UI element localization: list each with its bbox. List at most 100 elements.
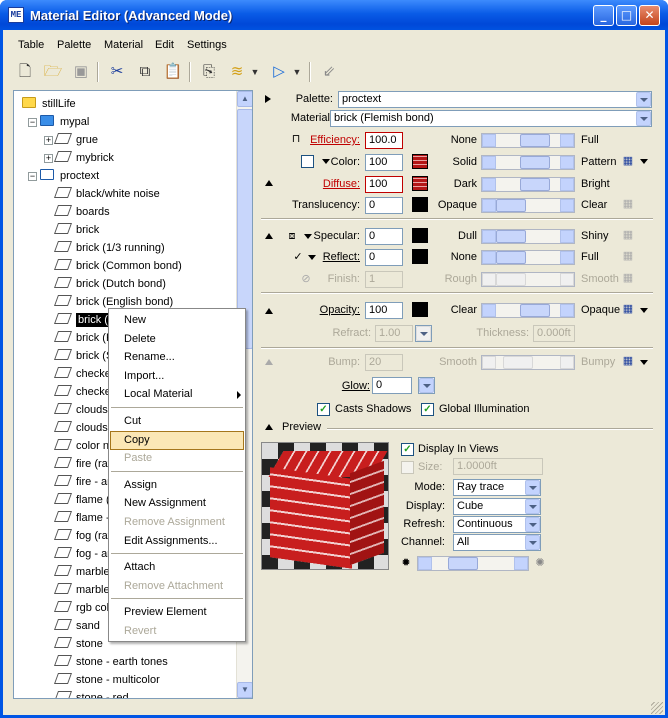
chevron-down-icon[interactable]: [640, 159, 648, 164]
menu-edit[interactable]: Edit: [155, 39, 174, 51]
collapse-icon[interactable]: −: [28, 172, 37, 181]
color-swatch[interactable]: [412, 154, 428, 169]
specular-swatch[interactable]: [412, 228, 428, 243]
translucency-swatch[interactable]: [412, 197, 428, 212]
tree-item[interactable]: color n: [53, 437, 109, 455]
chevron-down-icon[interactable]: ▼: [291, 60, 303, 84]
context-menu-item[interactable]: Assign: [110, 476, 244, 495]
channel-select[interactable]: All: [453, 534, 541, 551]
scroll-down-button[interactable]: ▼: [237, 682, 252, 698]
assign-icon[interactable]: ⎘: [197, 60, 221, 84]
tree-item[interactable]: marble: [53, 563, 110, 581]
opacity-field[interactable]: 100: [365, 302, 403, 319]
map-icon[interactable]: ▦: [621, 302, 635, 316]
checkmark-icon[interactable]: ✓: [291, 250, 305, 264]
context-menu-item[interactable]: Edit Assignments...: [110, 532, 244, 551]
context-menu-item[interactable]: Delete: [110, 330, 244, 349]
collapse-icon[interactable]: [265, 180, 273, 186]
tree-item[interactable]: brick (1/3 running): [53, 239, 165, 257]
efficiency-field[interactable]: 100.0: [365, 132, 403, 149]
reflect-slider[interactable]: [481, 250, 575, 265]
context-menu-item[interactable]: Cut: [110, 412, 244, 431]
context-menu-item[interactable]: New Assignment: [110, 494, 244, 513]
diffuse-field[interactable]: 100: [365, 176, 403, 193]
color-checkbox[interactable]: [301, 155, 314, 168]
material-stack-icon[interactable]: ≋: [225, 60, 249, 84]
collapse-icon[interactable]: [265, 233, 273, 239]
cut-icon[interactable]: ✂: [105, 60, 129, 84]
global-illumination-checkbox[interactable]: ✓: [421, 403, 434, 416]
brightness-slider[interactable]: [417, 556, 529, 571]
specular-icon[interactable]: ⧈: [285, 229, 299, 243]
translucency-field[interactable]: 0: [365, 197, 403, 214]
palette-select[interactable]: proctext: [338, 91, 652, 108]
tree-item[interactable]: fog (ray: [53, 527, 113, 545]
color-slider[interactable]: [481, 155, 575, 170]
paste-icon[interactable]: 📋: [161, 60, 185, 84]
tree-item[interactable]: marble: [53, 581, 110, 599]
tree-item[interactable]: fog - ar: [53, 545, 111, 563]
color-field[interactable]: 100: [365, 154, 403, 171]
diffuse-slider[interactable]: [481, 177, 575, 192]
lock-icon[interactable]: ⊓: [289, 132, 303, 146]
expand-icon[interactable]: +: [44, 154, 53, 163]
tree-folder[interactable]: − mypal: [28, 113, 89, 131]
new-file-icon[interactable]: 🗋: [13, 60, 37, 84]
chevron-down-icon[interactable]: [322, 159, 330, 164]
open-folder-icon[interactable]: 🗁: [41, 60, 65, 84]
specular-slider[interactable]: [481, 229, 575, 244]
menu-material[interactable]: Material: [104, 39, 143, 51]
pointer-icon[interactable]: ▷: [267, 60, 291, 84]
tree-item[interactable]: brick: [53, 221, 99, 239]
close-button[interactable]: ✕: [639, 5, 660, 26]
refresh-select[interactable]: Continuous: [453, 516, 541, 533]
casts-shadows-checkbox[interactable]: ✓: [317, 403, 330, 416]
tree-item[interactable]: black/white noise: [53, 185, 160, 203]
tree-item[interactable]: flame (: [53, 491, 110, 509]
specular-field[interactable]: 0: [365, 228, 403, 245]
mode-select[interactable]: Ray trace: [453, 479, 541, 496]
material-preview-image[interactable]: [261, 442, 389, 570]
tree-item[interactable]: clouds: [53, 419, 108, 437]
map-icon[interactable]: ▦: [621, 354, 635, 368]
display-in-views-checkbox[interactable]: ✓: [401, 443, 414, 456]
chevron-down-icon[interactable]: [304, 234, 312, 239]
tree-item[interactable]: fire - ar: [53, 473, 111, 491]
context-menu-item[interactable]: Import...: [110, 367, 244, 386]
menu-table[interactable]: Table: [18, 39, 44, 51]
tree-item[interactable]: stone - earth tones: [53, 653, 168, 671]
context-menu-item[interactable]: Attach: [110, 558, 244, 577]
context-menu-item[interactable]: Rename...: [110, 348, 244, 367]
tree-item[interactable]: sand: [53, 617, 100, 635]
chevron-down-icon[interactable]: [640, 308, 648, 313]
tree-item[interactable]: stone: [53, 635, 103, 653]
chevron-down-icon[interactable]: ▼: [249, 60, 261, 84]
diffuse-swatch[interactable]: [412, 176, 428, 191]
tree-item[interactable]: checke: [53, 383, 111, 401]
display-select[interactable]: Cube: [453, 498, 541, 515]
tree-item[interactable]: + mybrick: [44, 149, 114, 167]
minimize-button[interactable]: _: [593, 5, 614, 26]
material-select[interactable]: brick (Flemish bond): [330, 110, 652, 127]
tree-item[interactable]: fire (ray: [53, 455, 113, 473]
collapse-icon[interactable]: −: [28, 118, 37, 127]
tree-item[interactable]: flame -: [53, 509, 110, 527]
tree-item[interactable]: brick (F: [53, 329, 113, 347]
tree-item[interactable]: boards: [53, 203, 110, 221]
chevron-down-icon[interactable]: [640, 360, 648, 365]
tree-item[interactable]: clouds: [53, 401, 108, 419]
context-menu-item[interactable]: Copy: [110, 430, 244, 450]
tree-folder[interactable]: stillLife: [22, 95, 76, 113]
glow-field[interactable]: 0: [372, 377, 412, 394]
copy-icon[interactable]: ⧉: [133, 60, 157, 84]
tree-folder[interactable]: − proctext: [28, 167, 99, 185]
scroll-up-button[interactable]: ▲: [237, 91, 252, 107]
tree-item[interactable]: stone - red: [53, 689, 129, 698]
collapse-icon[interactable]: [265, 308, 273, 314]
map-icon[interactable]: ▦: [621, 228, 635, 242]
chevron-down-icon[interactable]: [308, 255, 316, 260]
map-icon[interactable]: ▦: [621, 197, 635, 211]
save-icon[interactable]: ▣: [69, 60, 93, 84]
tree-item[interactable]: checke: [53, 365, 111, 383]
tree-item[interactable]: brick (Dutch bond): [53, 275, 166, 293]
